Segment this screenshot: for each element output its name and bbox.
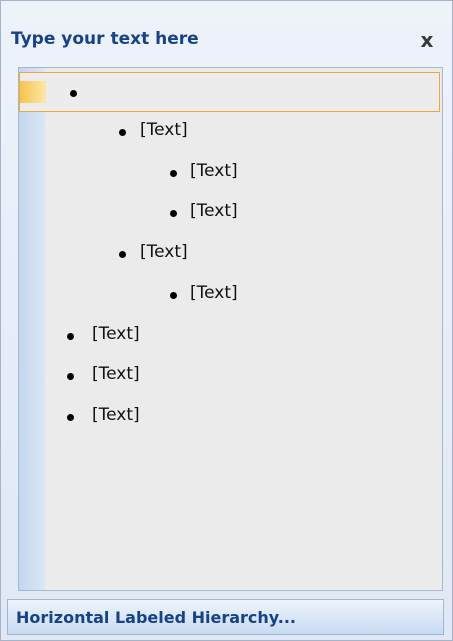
bullet-dot (170, 210, 177, 217)
bullet-row[interactable]: [Text] (19, 193, 442, 233)
bullet-dot (67, 373, 74, 380)
bullet-dot (70, 90, 77, 97)
bullet-dot (170, 170, 177, 177)
bullet-row[interactable]: [Text] (19, 397, 442, 437)
layout-name-link[interactable]: Horizontal Labeled Hierarchy... (7, 599, 444, 635)
text-pane-header: Type your text here x (1, 1, 452, 61)
bullet-row[interactable]: [Text] (19, 356, 442, 396)
bullet-text[interactable]: [Text] (140, 242, 188, 262)
bullet-text[interactable]: [Text] (92, 324, 140, 344)
bullet-dot (119, 251, 126, 258)
bullet-row[interactable]: [Text] (19, 153, 442, 193)
bullet-dot (67, 333, 74, 340)
bullet-row[interactable]: [Text] (19, 234, 442, 274)
bullet-text[interactable]: [Text] (190, 283, 238, 303)
bullet-text[interactable]: [Text] (190, 161, 238, 181)
selection-marker (20, 81, 46, 103)
layout-name-label: Horizontal Labeled Hierarchy... (16, 608, 296, 627)
bullet-dot (170, 292, 177, 299)
bullet-text[interactable]: [Text] (190, 201, 238, 221)
text-pane: Type your text here x [Text] [Text] [Tex… (0, 0, 453, 641)
bullet-row[interactable]: [Text] (19, 112, 442, 152)
bullet-text[interactable]: [Text] (92, 405, 140, 425)
bullet-text[interactable]: [Text] (140, 120, 188, 140)
close-icon[interactable]: x (416, 29, 438, 51)
bullet-row[interactable] (19, 72, 440, 112)
bullet-row[interactable]: [Text] (19, 275, 442, 315)
bullet-row[interactable]: [Text] (19, 316, 442, 356)
bullet-dot (67, 414, 74, 421)
bullet-dot (119, 129, 126, 136)
bullet-text[interactable]: [Text] (92, 364, 140, 384)
text-pane-title: Type your text here (11, 29, 199, 49)
text-editor[interactable]: [Text] [Text] [Text] [Text] [Text] [Text… (18, 67, 443, 591)
